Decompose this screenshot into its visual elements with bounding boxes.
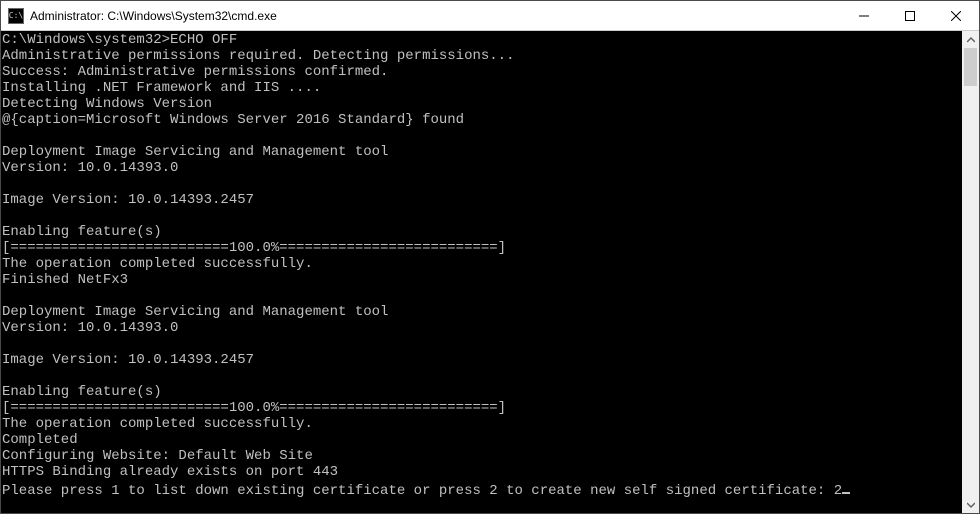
cmd-window: C:\ Administrator: C:\Windows\System32\c… (0, 0, 980, 514)
window-title: Administrator: C:\Windows\System32\cmd.e… (30, 9, 841, 23)
maximize-button[interactable] (887, 1, 933, 30)
text-cursor (842, 480, 850, 494)
scrollbar[interactable] (962, 31, 979, 513)
app-icon: C:\ (8, 8, 24, 24)
close-button[interactable] (933, 1, 979, 30)
scroll-up-button[interactable] (962, 31, 979, 48)
chevron-up-icon (967, 36, 975, 44)
window-controls (841, 1, 979, 30)
terminal-output[interactable]: C:\Windows\system32>ECHO OFF Administrat… (1, 31, 962, 513)
chevron-down-icon (967, 501, 975, 509)
minimize-button[interactable] (841, 1, 887, 30)
close-icon (951, 11, 961, 21)
minimize-icon (859, 11, 869, 21)
maximize-icon (905, 11, 915, 21)
scroll-thumb[interactable] (964, 48, 977, 86)
terminal-area: C:\Windows\system32>ECHO OFF Administrat… (1, 31, 979, 513)
scroll-track[interactable] (962, 48, 979, 496)
titlebar[interactable]: C:\ Administrator: C:\Windows\System32\c… (1, 1, 979, 31)
scroll-down-button[interactable] (962, 496, 979, 513)
